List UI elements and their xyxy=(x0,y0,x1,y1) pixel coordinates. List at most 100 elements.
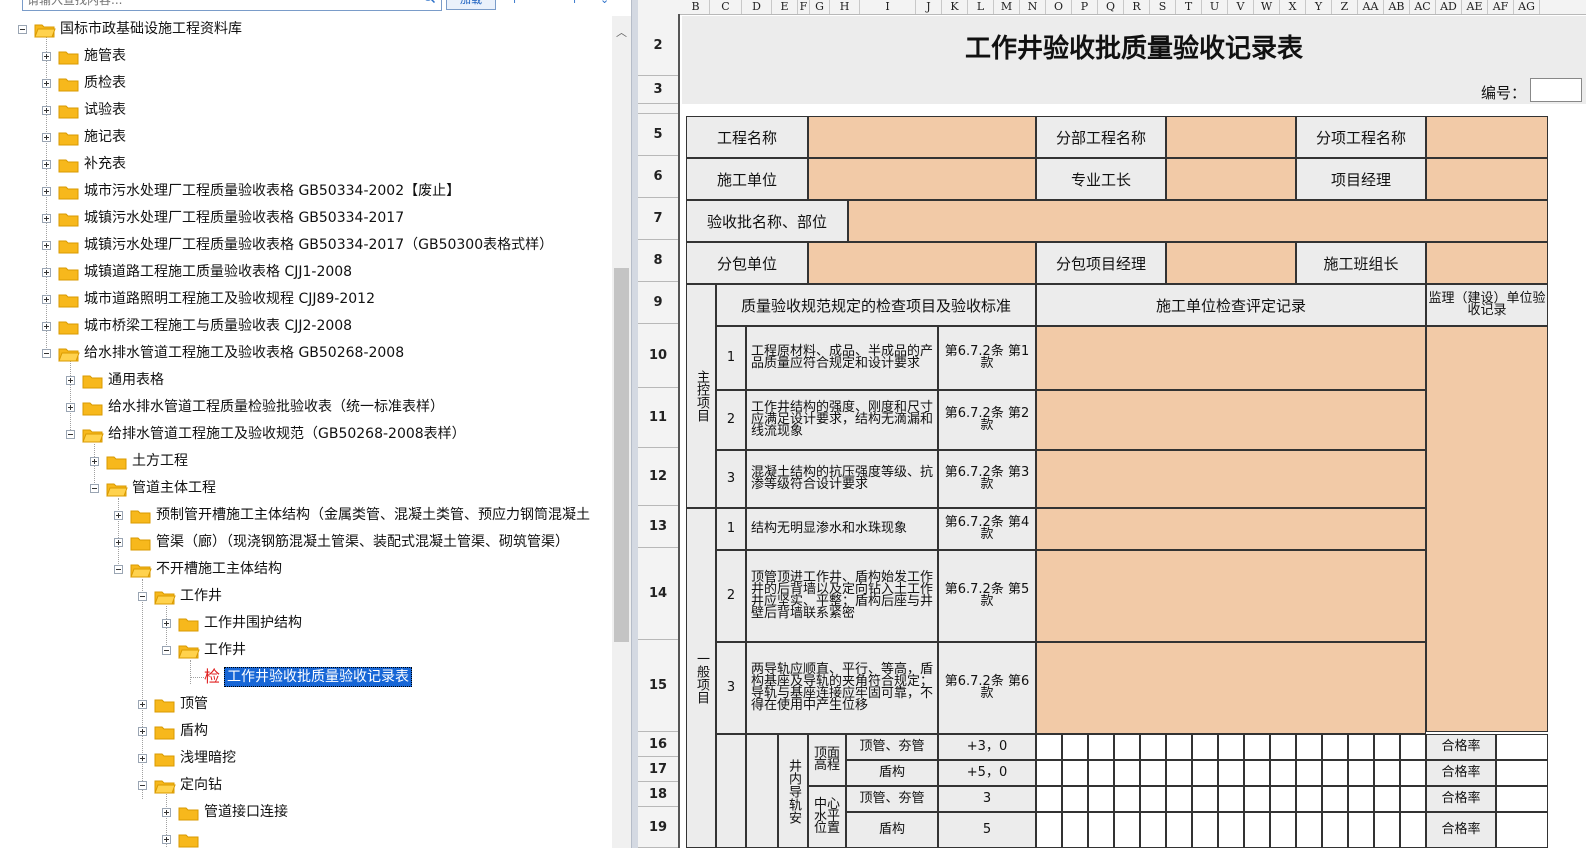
pass-rate-value[interactable] xyxy=(1496,786,1548,812)
expand-icon[interactable] xyxy=(162,808,171,817)
column-header[interactable]: Y xyxy=(1306,0,1332,14)
record-cell[interactable] xyxy=(1036,450,1426,508)
collapse-icon[interactable] xyxy=(66,430,75,439)
column-header[interactable]: K xyxy=(942,0,968,14)
tree-node[interactable]: 管道接口连接 xyxy=(0,799,612,826)
expand-icon[interactable] xyxy=(114,511,123,520)
tree-node[interactable]: 工作井 xyxy=(0,637,612,664)
tree-node[interactable]: 试验表 xyxy=(0,97,612,124)
measure-cell[interactable] xyxy=(1062,760,1088,786)
column-header[interactable]: Q xyxy=(1098,0,1124,14)
expand-icon[interactable] xyxy=(162,835,171,844)
search-box[interactable] xyxy=(22,0,442,11)
row-header[interactable]: 16 xyxy=(638,732,678,757)
input-sub-manager[interactable] xyxy=(1166,242,1296,284)
input-item-project[interactable] xyxy=(1426,116,1548,158)
tree-node[interactable]: 给水排水管道工程质量检验批验收表（统一标准表样） xyxy=(0,394,612,421)
tree-node[interactable]: 不开槽施工主体结构 xyxy=(0,556,612,583)
row-header[interactable]: 14 xyxy=(638,548,678,640)
measure-cell[interactable] xyxy=(1244,734,1270,760)
measure-cell[interactable] xyxy=(1322,760,1348,786)
column-header[interactable]: T xyxy=(1176,0,1202,14)
measure-cell[interactable] xyxy=(1244,760,1270,786)
measure-cell[interactable] xyxy=(1400,812,1426,848)
measure-cell[interactable] xyxy=(1166,734,1192,760)
collapse-icon[interactable] xyxy=(114,565,123,574)
tree-node[interactable]: 定向钻 xyxy=(0,772,612,799)
measure-cell[interactable] xyxy=(1374,760,1400,786)
expand-icon[interactable] xyxy=(42,214,51,223)
measure-cell[interactable] xyxy=(1192,812,1218,848)
record-cell[interactable] xyxy=(1036,550,1426,642)
column-header[interactable]: AB xyxy=(1384,0,1410,14)
row-header[interactable]: 12 xyxy=(638,448,678,506)
expand-icon[interactable] xyxy=(90,457,99,466)
row-header[interactable]: 7 xyxy=(638,198,678,240)
measure-cell[interactable] xyxy=(1114,760,1140,786)
expand-icon[interactable] xyxy=(42,133,51,142)
chevron-down-icon[interactable]: ⌄ xyxy=(600,0,610,5)
column-header[interactable]: W xyxy=(1254,0,1280,14)
tree-node-selected[interactable]: 检工作井验收批质量验收记录表 xyxy=(0,664,612,691)
tree-node[interactable]: 补充表 xyxy=(0,151,612,178)
measure-cell[interactable] xyxy=(1218,760,1244,786)
column-header[interactable]: J xyxy=(916,0,942,14)
measure-cell[interactable] xyxy=(1192,734,1218,760)
measure-cell[interactable] xyxy=(1088,812,1114,848)
input-batch-name[interactable] xyxy=(848,200,1548,242)
expand-icon[interactable] xyxy=(42,160,51,169)
record-cell[interactable] xyxy=(1036,390,1426,450)
record-cell[interactable] xyxy=(1036,508,1426,550)
pass-rate-value[interactable] xyxy=(1496,760,1548,786)
input-subcontractor[interactable] xyxy=(808,242,1036,284)
tree-node[interactable]: 城镇污水处理厂工程质量验收表格 GB50334-2017 xyxy=(0,205,612,232)
number-field[interactable] xyxy=(1530,78,1582,102)
expand-icon[interactable] xyxy=(42,187,51,196)
tree-node[interactable]: 城市桥梁工程施工与质量验收表 CJJ2-2008 xyxy=(0,313,612,340)
tree-node[interactable]: 城市污水处理厂工程质量验收表格 GB50334-2002【废止】 xyxy=(0,178,612,205)
input-constructor[interactable] xyxy=(808,158,1036,200)
measure-cell[interactable] xyxy=(1114,734,1140,760)
measure-cell[interactable] xyxy=(1062,786,1088,812)
measure-cell[interactable] xyxy=(1036,812,1062,848)
column-header[interactable]: B xyxy=(682,0,710,14)
measure-cell[interactable] xyxy=(1270,734,1296,760)
column-header[interactable]: O xyxy=(1046,0,1072,14)
measure-cell[interactable] xyxy=(1348,760,1374,786)
column-header[interactable]: X xyxy=(1280,0,1306,14)
measure-cell[interactable] xyxy=(1088,760,1114,786)
pass-rate-value[interactable] xyxy=(1496,734,1548,760)
measure-cell[interactable] xyxy=(1192,760,1218,786)
measure-cell[interactable] xyxy=(1140,760,1166,786)
measure-cell[interactable] xyxy=(1296,760,1322,786)
supervisor-record[interactable] xyxy=(1426,326,1548,732)
collapse-icon[interactable] xyxy=(138,592,147,601)
expand-icon[interactable] xyxy=(42,79,51,88)
tree-node[interactable]: 城镇污水处理厂工程质量验收表格 GB50334-2017（GB50300表格式样… xyxy=(0,232,612,259)
measure-cell[interactable] xyxy=(1374,786,1400,812)
measure-cell[interactable] xyxy=(1296,734,1322,760)
collapse-icon[interactable] xyxy=(162,646,171,655)
measure-cell[interactable] xyxy=(1218,812,1244,848)
column-header[interactable]: E xyxy=(772,0,798,14)
tree-node[interactable]: 城市道路照明工程施工及验收规程 CJJ89-2012 xyxy=(0,286,612,313)
measure-cell[interactable] xyxy=(1088,786,1114,812)
row-header[interactable]: 6 xyxy=(638,156,678,198)
column-header[interactable]: AD xyxy=(1436,0,1462,14)
tree-node[interactable]: 施记表 xyxy=(0,124,612,151)
search-input[interactable] xyxy=(23,0,411,10)
measure-cell[interactable] xyxy=(1114,812,1140,848)
column-header[interactable]: I xyxy=(860,0,916,14)
column-header[interactable]: AF xyxy=(1488,0,1514,14)
row-header[interactable]: 15 xyxy=(638,640,678,732)
column-header[interactable]: P xyxy=(1072,0,1098,14)
expand-icon[interactable] xyxy=(162,619,171,628)
measure-cell[interactable] xyxy=(1322,812,1348,848)
measure-cell[interactable] xyxy=(1036,734,1062,760)
measure-cell[interactable] xyxy=(1088,734,1114,760)
measure-cell[interactable] xyxy=(1400,786,1426,812)
row-header[interactable]: 3 xyxy=(638,76,678,104)
column-header[interactable]: C xyxy=(710,0,742,14)
record-cell[interactable] xyxy=(1036,642,1426,734)
record-cell[interactable] xyxy=(1036,326,1426,390)
